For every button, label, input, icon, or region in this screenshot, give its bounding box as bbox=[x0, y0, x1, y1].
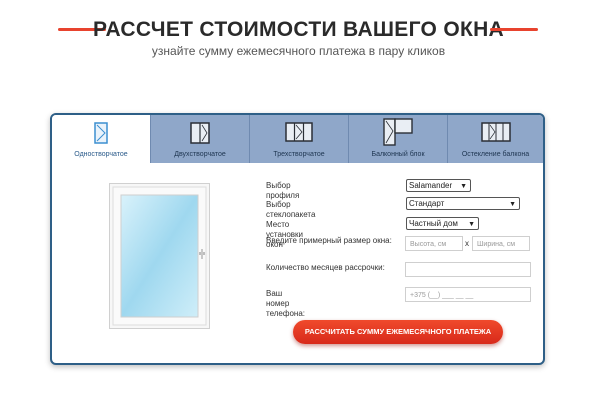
profile-select-value: Salamander bbox=[409, 181, 453, 190]
tab-label: Остекление балкона bbox=[461, 151, 530, 158]
months-label: Количество месяцев рассрочки: bbox=[266, 263, 385, 272]
glass-label: Выбор стеклопакета bbox=[266, 200, 316, 219]
size-label: Введите примерный размер окна: bbox=[266, 236, 392, 245]
tab-triple-sash[interactable]: Трехстворчатое bbox=[250, 115, 349, 163]
profile-select[interactable]: Salamander ▼ bbox=[406, 179, 471, 192]
window-preview-image bbox=[109, 183, 210, 329]
glass-unit-select[interactable]: Стандарт ▼ bbox=[406, 197, 520, 210]
tab-single-sash[interactable]: Одностворчатое bbox=[52, 115, 151, 163]
title-decor-line-right bbox=[490, 28, 538, 31]
page-header: РАССЧЕТ СТОИМОСТИ ВАШЕГО ОКНА bbox=[0, 15, 597, 45]
chevron-down-icon: ▼ bbox=[468, 221, 475, 228]
install-location-select[interactable]: Частный дом ▼ bbox=[406, 217, 479, 230]
tab-label: Двухстворчатое bbox=[174, 151, 226, 158]
tab-label: Балконный блок bbox=[371, 151, 425, 158]
calculator-panel: Одностворчатое Двухстворчатое Трехстворч… bbox=[50, 113, 545, 365]
size-separator: x bbox=[465, 239, 469, 248]
calculate-payment-button[interactable]: РАССЧИТАТЬ СУММУ ЕЖЕМЕСЯЧНОГО ПЛАТЕЖА bbox=[293, 320, 503, 344]
window-type-tabs: Одностворчатое Двухстворчатое Трехстворч… bbox=[52, 115, 543, 163]
balcony-block-icon bbox=[383, 118, 413, 146]
tab-double-sash[interactable]: Двухстворчатое bbox=[151, 115, 250, 163]
profile-label: Выбор профиля bbox=[266, 181, 300, 200]
width-input[interactable]: Ширина, см bbox=[472, 236, 530, 251]
tab-balcony-block[interactable]: Балконный блок bbox=[349, 115, 448, 163]
phone-input[interactable]: +375 (__) ___ __ __ bbox=[405, 287, 531, 302]
double-sash-window-icon bbox=[190, 122, 210, 144]
installment-months-input[interactable] bbox=[405, 262, 531, 277]
chevron-down-icon: ▼ bbox=[509, 201, 516, 208]
install-location-select-value: Частный дом bbox=[409, 219, 458, 228]
glass-unit-select-value: Стандарт bbox=[409, 199, 445, 208]
balcony-glazing-icon bbox=[480, 122, 511, 142]
tab-label: Трехстворчатое bbox=[273, 151, 325, 158]
height-input[interactable]: Высота, см bbox=[405, 236, 463, 251]
tab-label: Одностворчатое bbox=[74, 151, 128, 158]
phone-label: Ваш номер телефона: bbox=[266, 289, 305, 318]
page-subtitle: узнайте сумму ежемесячного платежа в пар… bbox=[151, 44, 446, 58]
chevron-down-icon: ▼ bbox=[460, 183, 467, 190]
tab-balcony-glazing[interactable]: Остекление балкона bbox=[448, 115, 543, 163]
single-sash-window-icon bbox=[94, 122, 108, 144]
triple-sash-window-icon bbox=[285, 122, 313, 142]
